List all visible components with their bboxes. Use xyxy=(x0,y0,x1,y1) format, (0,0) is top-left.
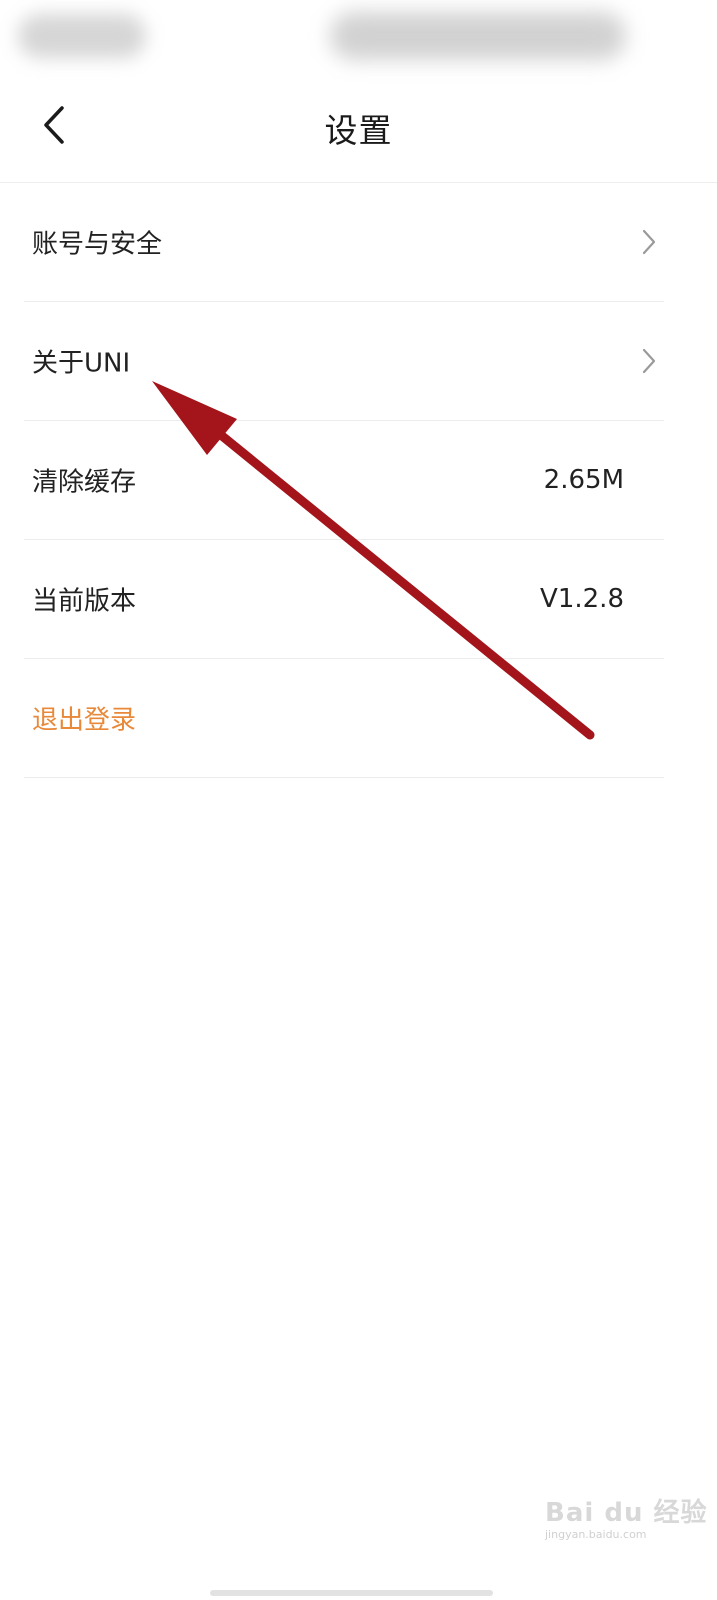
logout-button[interactable]: 退出登录 xyxy=(24,659,664,778)
settings-list: 账号与安全 关于UNI 清除缓存 2.65M 当前版本 V1.2.8 退出登录 xyxy=(24,183,664,778)
page-title: 设置 xyxy=(324,111,393,150)
settings-row-current-version: 当前版本 V1.2.8 xyxy=(24,540,664,659)
cache-size-value: 2.65M xyxy=(543,465,624,495)
row-label: 关于UNI xyxy=(32,348,131,379)
home-indicator xyxy=(210,1590,493,1596)
logout-label: 退出登录 xyxy=(32,705,137,736)
row-label: 当前版本 xyxy=(32,586,137,617)
status-bar-icons-blurred xyxy=(330,12,626,60)
settings-row-account-security[interactable]: 账号与安全 xyxy=(24,183,664,302)
row-label: 清除缓存 xyxy=(32,467,137,498)
settings-row-clear-cache[interactable]: 清除缓存 2.65M xyxy=(24,421,664,540)
chevron-right-icon xyxy=(636,348,662,374)
status-bar xyxy=(0,0,717,70)
watermark: Bai du 经验 jingyan.baidu.com xyxy=(537,1488,707,1548)
watermark-text: Bai du 经验 xyxy=(545,1498,708,1528)
row-label: 账号与安全 xyxy=(32,229,163,260)
nav-header: 设置 xyxy=(0,70,717,183)
chevron-right-icon xyxy=(636,229,662,255)
status-bar-time-blurred xyxy=(18,14,146,58)
version-value: V1.2.8 xyxy=(540,584,624,614)
settings-row-about-uni[interactable]: 关于UNI xyxy=(24,302,664,421)
watermark-sub: jingyan.baidu.com xyxy=(545,1528,647,1541)
